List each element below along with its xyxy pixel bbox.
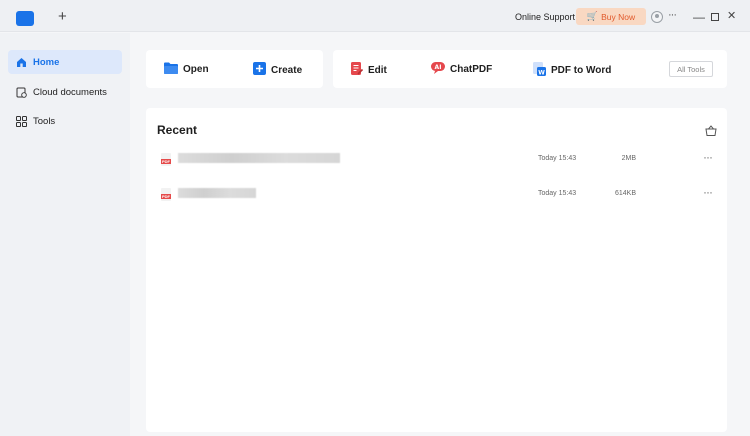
buy-now-label: Buy Now: [601, 11, 636, 22]
edit-doc-icon: [351, 62, 364, 78]
new-tab-button[interactable]: +: [58, 9, 67, 25]
buy-now-button[interactable]: 🛒 Buy Now: [576, 8, 646, 25]
minimize-button[interactable]: —: [693, 10, 705, 24]
home-icon: [16, 57, 27, 68]
file-name-redacted: [178, 188, 256, 198]
all-tools-button[interactable]: All Tools: [669, 61, 713, 77]
cloud-doc-icon: [16, 87, 27, 98]
online-support-link[interactable]: Online Support: [515, 12, 575, 22]
chatpdf-label: ChatPDF: [450, 64, 493, 75]
file-time: Today 15:43: [538, 155, 577, 162]
edit-label: Edit: [368, 64, 387, 76]
row-more-button[interactable]: ···: [703, 150, 713, 164]
avatar[interactable]: [651, 11, 663, 23]
svg-text:AI: AI: [435, 64, 442, 71]
edit-button[interactable]: Edit: [351, 62, 387, 78]
close-button[interactable]: ✕: [727, 9, 736, 22]
recycle-bin-icon[interactable]: [705, 123, 717, 141]
sidebar: Home Cloud documents Tools: [0, 33, 130, 436]
recent-panel: Recent Today 15:43 2MB ··· Today 15:43 6…: [146, 108, 727, 432]
pdf-to-word-button[interactable]: W PDF to Word: [533, 62, 611, 79]
folder-icon: [164, 62, 178, 77]
pdf-file-icon: [161, 188, 171, 201]
file-size: 614KB: [614, 190, 636, 197]
file-name-redacted: [178, 153, 340, 163]
plus-square-icon: [253, 62, 266, 78]
chatpdf-button[interactable]: AI ChatPDF: [431, 62, 492, 77]
more-menu-button[interactable]: ···: [668, 9, 677, 21]
svg-text:W: W: [538, 69, 545, 76]
create-label: Create: [271, 64, 303, 76]
sidebar-item-home[interactable]: Home: [8, 50, 122, 74]
maximize-button[interactable]: [711, 13, 719, 21]
pdf-to-word-label: PDF to Word: [551, 65, 612, 76]
sidebar-item-label: Cloud documents: [33, 86, 107, 98]
open-button[interactable]: Open: [164, 62, 209, 77]
table-row[interactable]: Today 15:43 2MB ···: [146, 150, 727, 174]
create-button[interactable]: Create: [253, 62, 302, 78]
app-logo[interactable]: [16, 11, 34, 26]
sidebar-item-label: Home: [33, 56, 60, 68]
open-label: Open: [183, 64, 209, 75]
row-more-button[interactable]: ···: [703, 185, 713, 199]
ai-chat-icon: AI: [431, 62, 445, 77]
file-size: 2MB: [621, 155, 636, 162]
pdf-file-icon: [161, 153, 171, 166]
word-convert-icon: W: [533, 62, 546, 79]
sidebar-item-tools[interactable]: Tools: [8, 109, 122, 133]
cart-icon: 🛒: [586, 11, 599, 21]
quick-actions-card: Open Create: [146, 50, 323, 88]
title-bar: + Online Support 🛒 Buy Now ··· — ✕: [0, 0, 750, 32]
section-title: Recent: [157, 123, 198, 137]
table-row[interactable]: Today 15:43 614KB ···: [146, 185, 727, 209]
tools-grid-icon: [16, 115, 27, 127]
file-time: Today 15:43: [538, 190, 577, 197]
sidebar-item-cloud-documents[interactable]: Cloud documents: [8, 80, 122, 104]
tools-card: Edit AI ChatPDF W PDF to Word: [333, 50, 727, 88]
sidebar-item-label: Tools: [33, 115, 56, 127]
